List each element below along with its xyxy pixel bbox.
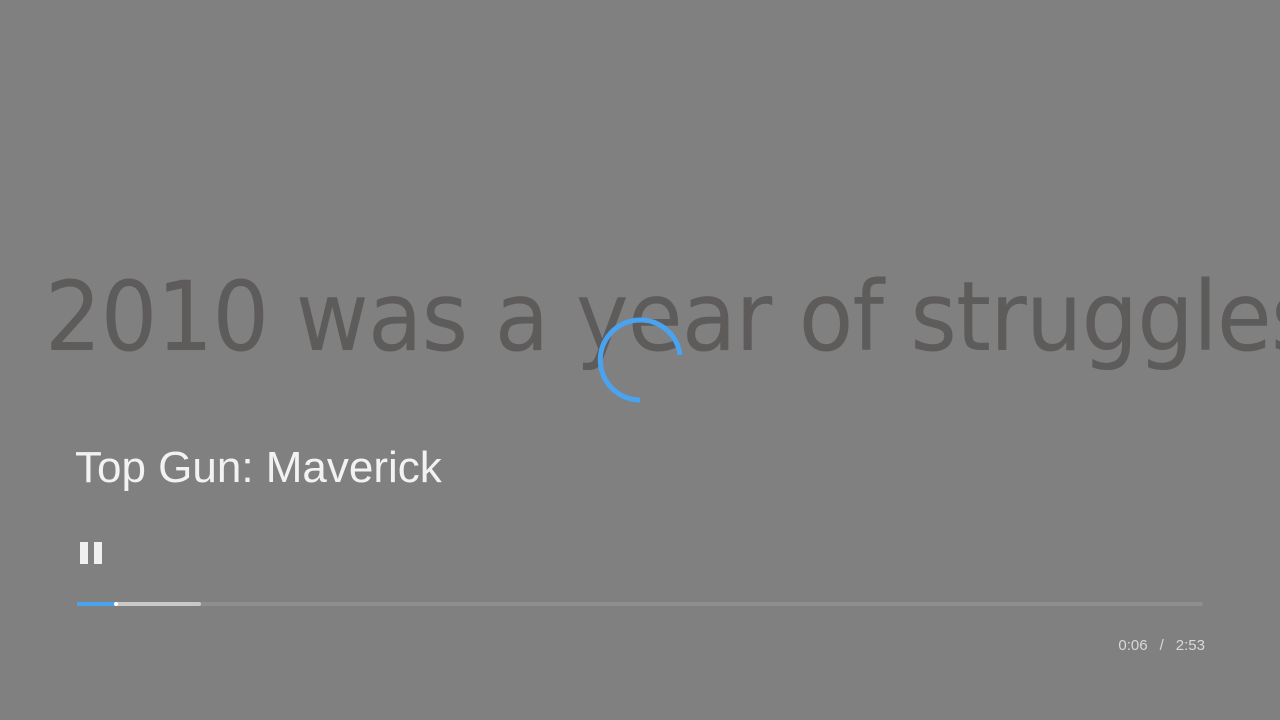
duration: 2:53 bbox=[1175, 637, 1205, 654]
seek-bar-track bbox=[77, 602, 1203, 606]
current-time: 0:06 bbox=[1118, 637, 1148, 654]
pause-button[interactable] bbox=[74, 534, 108, 572]
seek-bar-played bbox=[77, 602, 117, 606]
time-display: 0:06 / 2:53 bbox=[1118, 636, 1205, 656]
video-title: Top Gun: Maverick bbox=[75, 443, 442, 492]
loading-spinner-icon bbox=[597, 317, 683, 403]
seek-bar[interactable] bbox=[77, 598, 1203, 610]
time-separator: / bbox=[1159, 637, 1164, 654]
video-player[interactable]: 2010 was a year of struggles Top Gun: Ma… bbox=[0, 0, 1280, 720]
